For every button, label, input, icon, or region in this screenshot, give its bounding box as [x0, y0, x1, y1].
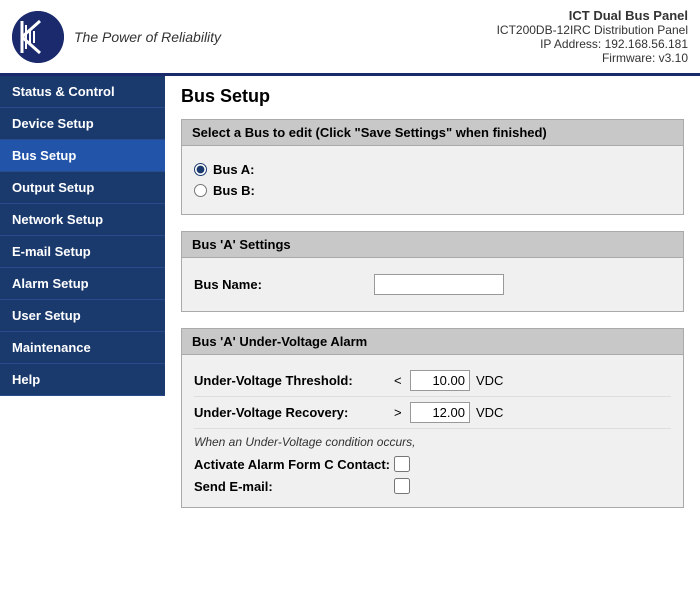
- bus-b-row: Bus B:: [194, 183, 671, 198]
- logo-area: The Power of Reliability: [12, 11, 221, 63]
- sidebar-item-network-setup[interactable]: Network Setup: [0, 204, 165, 236]
- send-email-row: Send E-mail:: [194, 475, 671, 497]
- sidebar-item-bus-setup[interactable]: Bus Setup: [0, 140, 165, 172]
- sidebar-item-help[interactable]: Help: [0, 364, 165, 396]
- sidebar-item-device-setup[interactable]: Device Setup: [0, 108, 165, 140]
- under-voltage-body: Under-Voltage Threshold: < VDC Under-Vol…: [182, 355, 683, 507]
- threshold-sym: <: [394, 373, 406, 388]
- recovery-row: Under-Voltage Recovery: > VDC: [194, 397, 671, 429]
- sidebar-item-output-setup[interactable]: Output Setup: [0, 172, 165, 204]
- alarm-contact-row: Activate Alarm Form C Contact:: [194, 453, 671, 475]
- header: The Power of Reliability ICT Dual Bus Pa…: [0, 0, 700, 76]
- bus-b-label[interactable]: Bus B:: [213, 183, 255, 198]
- bus-settings-header: Bus 'A' Settings: [182, 232, 683, 258]
- threshold-label: Under-Voltage Threshold:: [194, 373, 394, 388]
- recovery-sym: >: [394, 405, 406, 420]
- select-bus-header: Select a Bus to edit (Click "Save Settin…: [182, 120, 683, 146]
- content-area: Bus Setup Select a Bus to edit (Click "S…: [165, 76, 700, 596]
- send-email-label: Send E-mail:: [194, 479, 394, 494]
- threshold-unit: VDC: [476, 373, 503, 388]
- logo-tagline: The Power of Reliability: [74, 29, 221, 45]
- bus-a-radio[interactable]: [194, 163, 207, 176]
- alarm-contact-checkbox[interactable]: [394, 456, 410, 472]
- bus-name-input[interactable]: [374, 274, 504, 295]
- header-info: ICT Dual Bus Panel ICT200DB-12IRC Distri…: [497, 8, 688, 65]
- alarm-contact-label: Activate Alarm Form C Contact:: [194, 457, 394, 472]
- recovery-input[interactable]: [410, 402, 470, 423]
- under-voltage-section: Bus 'A' Under-Voltage Alarm Under-Voltag…: [181, 328, 684, 508]
- logo-icon: [12, 11, 64, 63]
- sidebar-item-status-control[interactable]: Status & Control: [0, 76, 165, 108]
- under-voltage-header: Bus 'A' Under-Voltage Alarm: [182, 329, 683, 355]
- select-bus-section: Select a Bus to edit (Click "Save Settin…: [181, 119, 684, 215]
- bus-settings-section: Bus 'A' Settings Bus Name:: [181, 231, 684, 312]
- under-voltage-note: When an Under-Voltage condition occurs,: [194, 435, 671, 449]
- sidebar: Status & Control Device Setup Bus Setup …: [0, 76, 165, 596]
- header-firmware: Firmware: v3.10: [497, 51, 688, 65]
- header-ip: IP Address: 192.168.56.181: [497, 37, 688, 51]
- sidebar-item-alarm-setup[interactable]: Alarm Setup: [0, 268, 165, 300]
- recovery-unit: VDC: [476, 405, 503, 420]
- bus-settings-body: Bus Name:: [182, 258, 683, 311]
- bus-a-label[interactable]: Bus A:: [213, 162, 254, 177]
- select-bus-body: Bus A: Bus B:: [182, 146, 683, 214]
- bus-name-label: Bus Name:: [194, 277, 374, 292]
- bus-settings-title: Bus 'A' Settings: [192, 237, 291, 252]
- sidebar-item-email-setup[interactable]: E-mail Setup: [0, 236, 165, 268]
- page-title: Bus Setup: [181, 86, 684, 107]
- select-bus-hint: (Click "Save Settings" when finished): [316, 125, 547, 140]
- send-email-checkbox[interactable]: [394, 478, 410, 494]
- bus-a-row: Bus A:: [194, 162, 671, 177]
- main-layout: Status & Control Device Setup Bus Setup …: [0, 76, 700, 596]
- sidebar-item-user-setup[interactable]: User Setup: [0, 300, 165, 332]
- bus-name-row: Bus Name:: [194, 268, 671, 301]
- header-model: ICT200DB-12IRC Distribution Panel: [497, 23, 688, 37]
- threshold-input[interactable]: [410, 370, 470, 391]
- recovery-label: Under-Voltage Recovery:: [194, 405, 394, 420]
- threshold-row: Under-Voltage Threshold: < VDC: [194, 365, 671, 397]
- sidebar-item-maintenance[interactable]: Maintenance: [0, 332, 165, 364]
- header-title: ICT Dual Bus Panel: [497, 8, 688, 23]
- bus-b-radio[interactable]: [194, 184, 207, 197]
- select-bus-title: Select a Bus to edit: [192, 125, 312, 140]
- under-voltage-title: Bus 'A' Under-Voltage Alarm: [192, 334, 367, 349]
